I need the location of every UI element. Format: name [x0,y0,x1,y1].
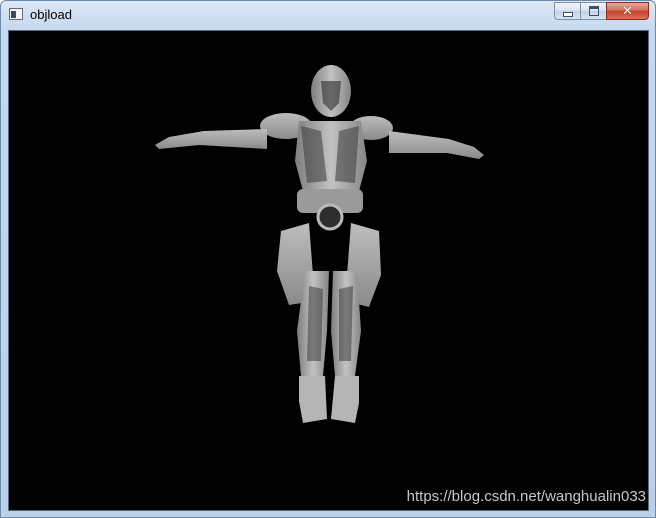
title-bar[interactable]: objload ✕ [1,1,655,30]
render-viewport[interactable]: https://blog.csdn.net/wanghualin033 [8,30,649,511]
window-title: objload [30,7,72,22]
model-left-boot [299,376,327,423]
model-left-arm [155,129,267,149]
console-window-icon[interactable] [9,8,23,20]
model-leg-detail [307,286,353,361]
model-right-boot [331,376,359,423]
maximize-button[interactable] [580,2,606,20]
close-button[interactable]: ✕ [606,2,649,20]
minimize-icon [562,11,573,17]
app-window: objload ✕ https://blog.csdn.net/wanghual… [0,0,656,518]
caption-buttons: ✕ [554,2,649,21]
watermark-text: https://blog.csdn.net/wanghualin033 [406,488,646,505]
minimize-button[interactable] [554,2,580,20]
maximize-icon [588,6,599,16]
model-right-arm [389,131,484,159]
model-belt-buckle [316,203,344,231]
armored-figure-model [155,65,484,423]
close-icon: ✕ [622,3,633,19]
